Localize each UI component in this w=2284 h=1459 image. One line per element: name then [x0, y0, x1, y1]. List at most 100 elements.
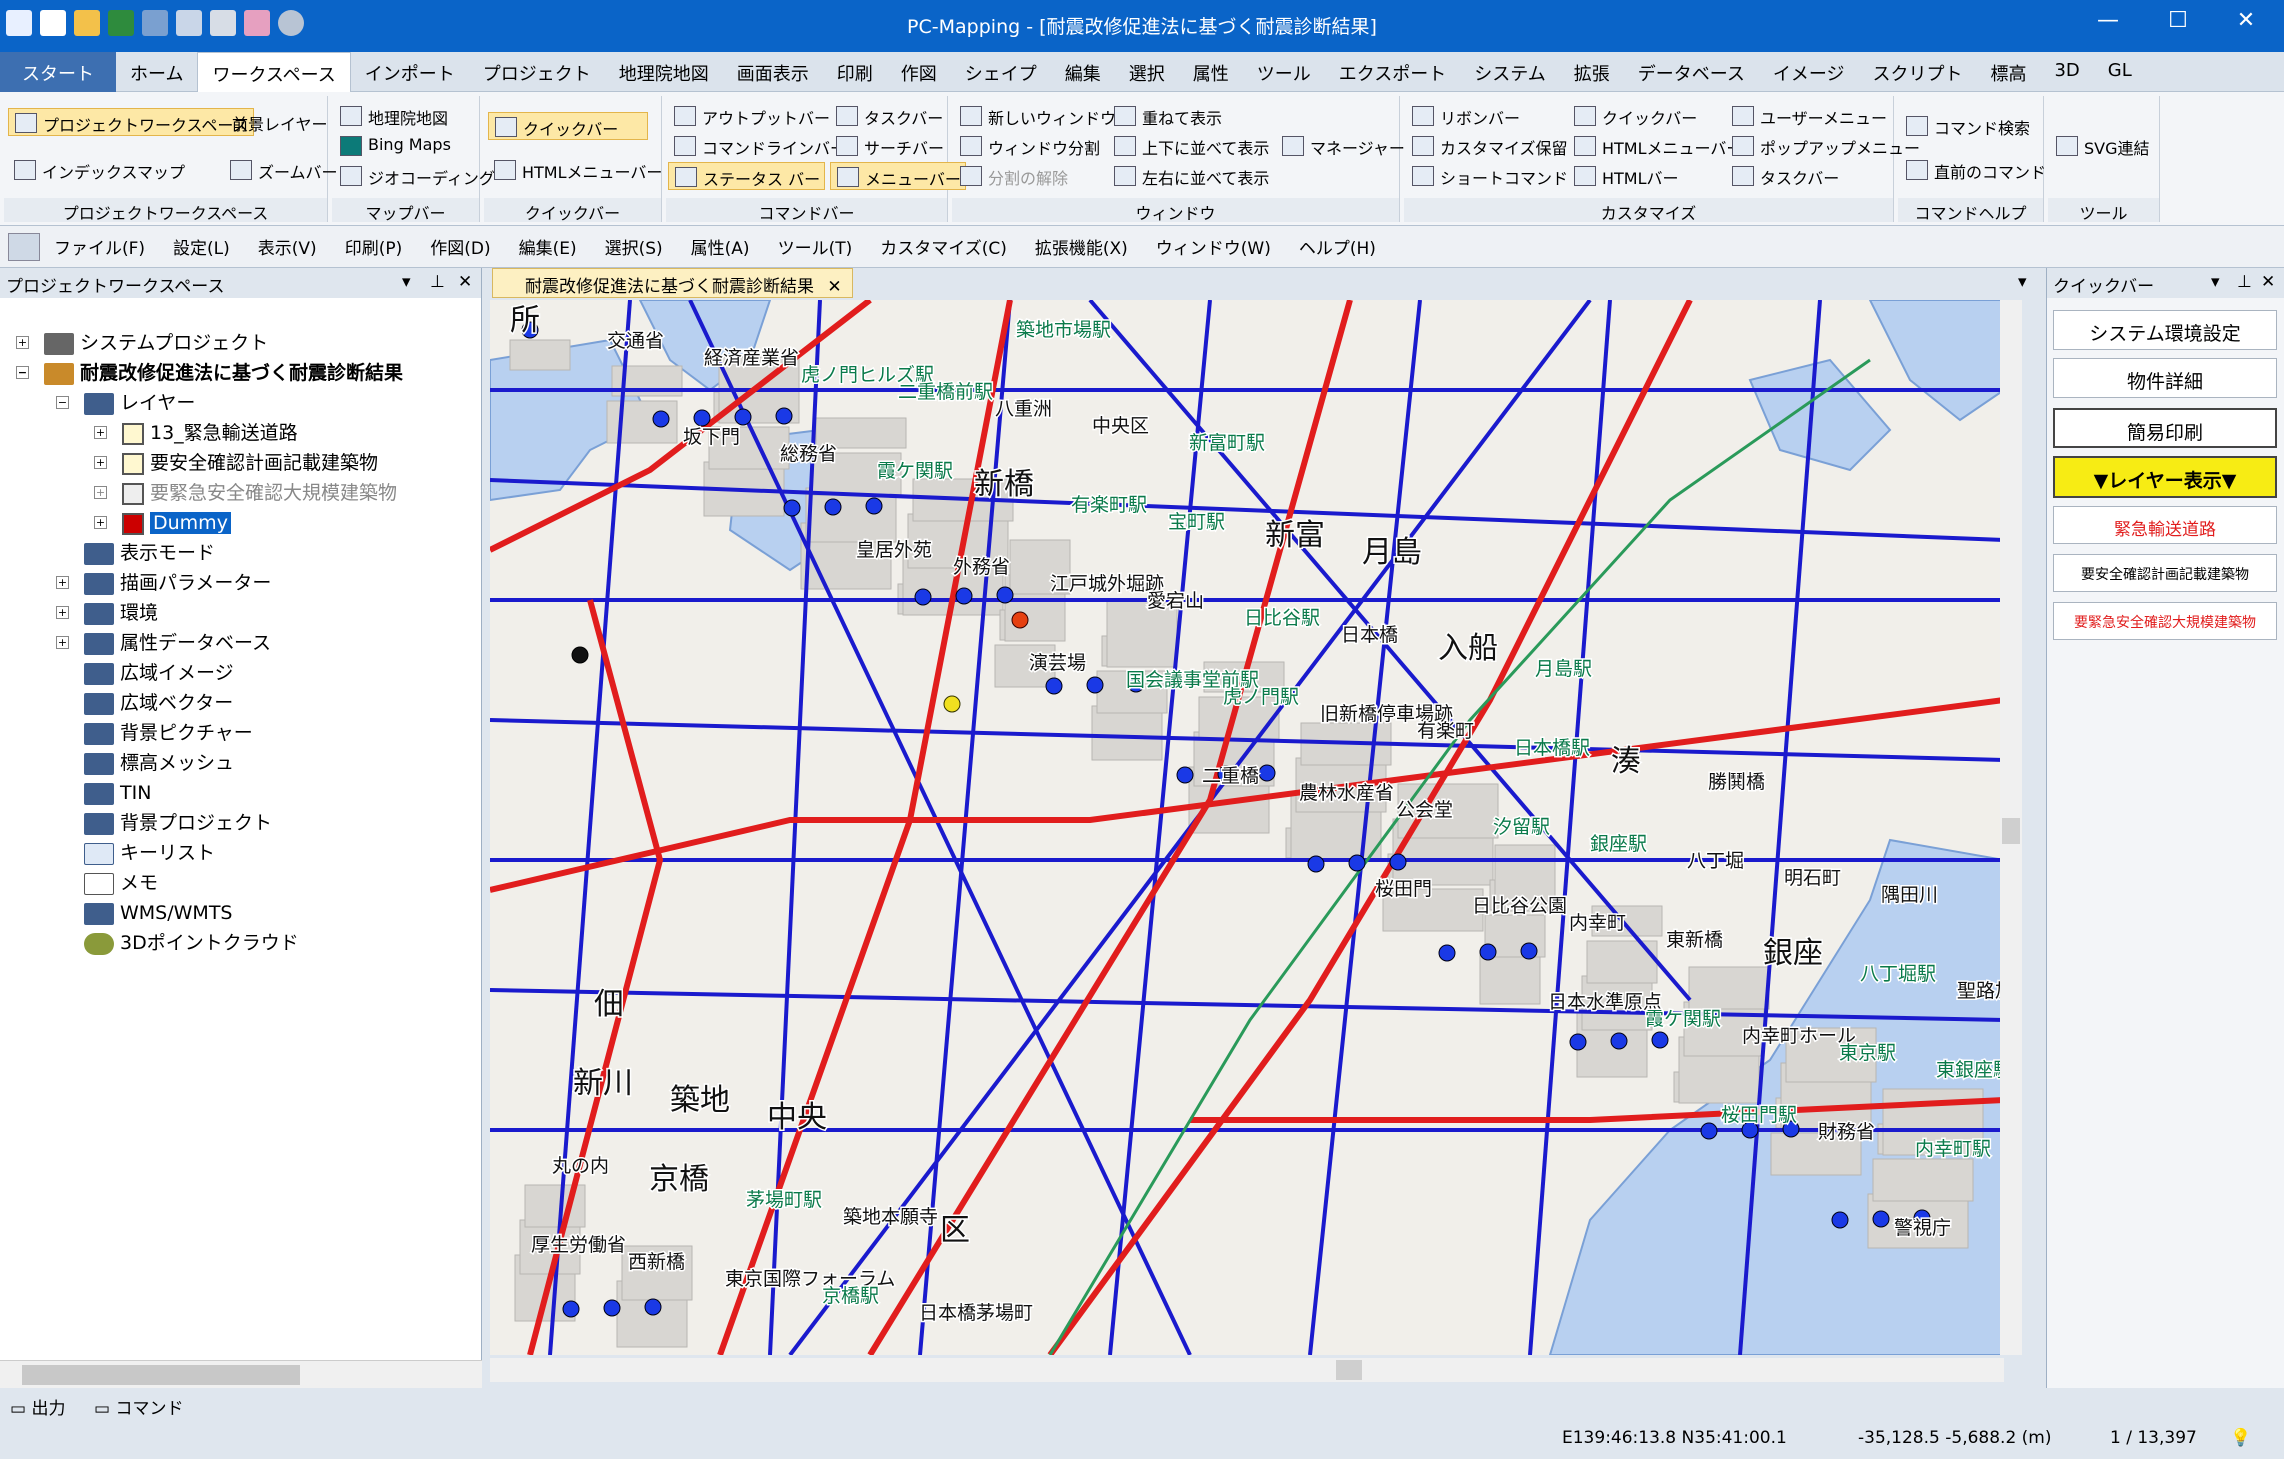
- large-building-button[interactable]: 要緊急安全確認大規模建築物: [2053, 602, 2277, 640]
- ribbon-tab[interactable]: イメージ: [1759, 52, 1859, 92]
- tree-item-keylist[interactable]: キーリスト: [84, 838, 215, 868]
- expand-icon[interactable]: +: [56, 606, 69, 619]
- geocoding-button[interactable]: ジオコーディング: [334, 162, 499, 190]
- tree-item-wms[interactable]: WMS/WMTS: [84, 898, 233, 928]
- menu-item[interactable]: ヘルプ(H): [1285, 234, 1390, 259]
- map-horizontal-scrollbar[interactable]: [490, 1358, 2004, 1382]
- scroll-thumb[interactable]: [22, 1365, 300, 1385]
- zoom-bar-button[interactable]: ズームバー: [224, 156, 342, 184]
- pane-dropdown-icon[interactable]: ▾: [402, 272, 411, 292]
- ribbon-tab[interactable]: インポート: [351, 52, 469, 92]
- tree-item-layer-safety-building[interactable]: + 要安全確認計画記載建築物: [94, 448, 378, 478]
- menu-item[interactable]: カスタマイズ(C): [866, 234, 1021, 259]
- custom-taskbar-button[interactable]: タスクバー: [1726, 162, 1843, 190]
- expand-icon[interactable]: +: [94, 486, 107, 499]
- tree-item-wide-vector[interactable]: 広域ベクター: [84, 688, 233, 718]
- menu-item[interactable]: 設定(L): [159, 234, 244, 259]
- pane-close-icon[interactable]: ✕: [2261, 272, 2275, 292]
- quickbar-toggle-button[interactable]: クイックバー: [488, 112, 648, 140]
- scroll-thumb[interactable]: [2002, 818, 2020, 844]
- ribbon-tab[interactable]: 編集: [1051, 52, 1115, 92]
- menu-item[interactable]: 属性(A): [677, 234, 764, 259]
- expand-icon[interactable]: +: [94, 426, 107, 439]
- document-tab[interactable]: 耐震改修促進法に基づく耐震診断結果 ✕: [492, 268, 853, 298]
- minimize-button[interactable]: —: [2088, 8, 2128, 33]
- ribbon-tab[interactable]: ホーム: [116, 52, 197, 92]
- ribbon-tab[interactable]: 拡張: [1560, 52, 1624, 92]
- safety-building-button[interactable]: 要安全確認計画記載建築物: [2053, 554, 2277, 592]
- menu-item[interactable]: 印刷(P): [331, 234, 417, 259]
- collapse-icon[interactable]: −: [16, 366, 29, 379]
- pane-pin-icon[interactable]: ⊥: [2237, 272, 2252, 292]
- layer-uncheck-icon[interactable]: [122, 482, 144, 505]
- html-menubar-toggle-button[interactable]: HTMLメニューバー: [488, 156, 666, 184]
- split-window-button[interactable]: ウィンドウ分割: [954, 132, 1104, 160]
- tree-item-elevation-mesh[interactable]: 標高メッシュ: [84, 748, 234, 778]
- pane-dropdown-icon[interactable]: ▾: [2211, 272, 2220, 292]
- ribbon-tab[interactable]: 印刷: [823, 52, 887, 92]
- expand-icon[interactable]: +: [16, 336, 29, 349]
- simple-print-button[interactable]: 簡易印刷: [2053, 408, 2277, 448]
- menu-item[interactable]: ファイル(F): [40, 234, 159, 259]
- html-bar-button[interactable]: HTMLバー: [1568, 162, 1683, 190]
- emergency-road-button[interactable]: 緊急輸送道路: [2053, 506, 2277, 544]
- tree-item-wide-image[interactable]: 広域イメージ: [84, 658, 234, 688]
- layer-check-icon[interactable]: [122, 452, 144, 475]
- tree-horizontal-scrollbar[interactable]: [0, 1360, 482, 1388]
- tree-item-attr-db[interactable]: + 属性データベース: [56, 628, 271, 658]
- ribbon-tab[interactable]: システム: [1460, 52, 1559, 92]
- svg-link-button[interactable]: SVG連結: [2050, 132, 2154, 160]
- new-window-button[interactable]: 新しいウィンドウ: [954, 102, 1120, 130]
- custom-quickbar-button[interactable]: クイックバー: [1568, 102, 1701, 130]
- tree-item-bg-project[interactable]: 背景プロジェクト: [84, 808, 272, 838]
- menu-item[interactable]: ツール(T): [764, 234, 867, 259]
- ribbon-bar-button[interactable]: リボンバー: [1406, 102, 1524, 130]
- system-settings-button[interactable]: システム環境設定: [2053, 310, 2277, 350]
- property-detail-button[interactable]: 物件詳細: [2053, 358, 2277, 398]
- scroll-thumb[interactable]: [1336, 1360, 1362, 1380]
- layer-display-button[interactable]: ▼レイヤー表示▼: [2053, 456, 2277, 498]
- ribbon-tab[interactable]: スクリプト: [1858, 52, 1976, 92]
- cascade-button[interactable]: 重ねて表示: [1108, 102, 1226, 130]
- close-window-button[interactable]: ✕: [2226, 8, 2266, 33]
- status-bar-button[interactable]: ステータス バー: [668, 162, 826, 190]
- ribbon-tab[interactable]: エクスポート: [1325, 52, 1460, 92]
- ribbon-tab[interactable]: 標高: [1976, 52, 2040, 92]
- command-search-button[interactable]: コマンド検索: [1900, 112, 2034, 140]
- popup-menu-button[interactable]: ポップアップメニュー: [1726, 132, 1924, 160]
- foreground-layer-button[interactable]: 前景レイヤー: [192, 108, 332, 136]
- command-tab[interactable]: ▭ コマンド: [88, 1392, 189, 1422]
- unsplit-button[interactable]: 分割の解除: [954, 162, 1072, 190]
- expand-icon[interactable]: +: [56, 636, 69, 649]
- tree-item-display-mode[interactable]: 表示モード: [84, 538, 215, 568]
- collapse-icon[interactable]: −: [56, 396, 69, 409]
- tree-item-draw-params[interactable]: + 描画パラメーター: [56, 568, 271, 598]
- tile-horizontal-button[interactable]: 上下に並べて表示: [1108, 132, 1273, 160]
- tree-item-tin[interactable]: TIN: [84, 778, 151, 808]
- menu-item[interactable]: 編集(E): [505, 234, 591, 259]
- tree-item-system-project[interactable]: + システムプロジェクト: [16, 328, 268, 358]
- menu-item[interactable]: ウィンドウ(W): [1142, 234, 1285, 259]
- ribbon-tab[interactable]: 画面表示: [723, 52, 823, 92]
- map-vertical-scrollbar[interactable]: [2000, 300, 2022, 1355]
- ribbon-tab[interactable]: ツール: [1243, 52, 1325, 92]
- tile-vertical-button[interactable]: 左右に並べて表示: [1108, 162, 1273, 190]
- previous-command-button[interactable]: 直前のコマンド: [1900, 156, 2050, 184]
- map-canvas[interactable]: 所坂下門 皇居外苑 演芸場 二重橋 桜田門 日本水準原点 桜田門駅 警視庁 交通省 総務省 外務省国…: [490, 300, 2004, 1355]
- pane-pin-icon[interactable]: ⊥: [430, 272, 445, 292]
- customize-hold-button[interactable]: カスタマイズ保留: [1406, 132, 1572, 160]
- tree-item-layer-emergency-road[interactable]: +13_緊急輸送道路: [94, 418, 298, 448]
- user-menu-button[interactable]: ユーザーメニュー: [1726, 102, 1891, 130]
- tree-item-project[interactable]: − 耐震改修促進法に基づく耐震診断結果: [16, 358, 403, 388]
- expand-icon[interactable]: +: [94, 516, 107, 529]
- menu-item[interactable]: 表示(V): [244, 234, 331, 259]
- layer-dummy-icon[interactable]: [122, 512, 144, 535]
- ribbon-tab[interactable]: 属性: [1179, 52, 1243, 92]
- ribbon-tab[interactable]: プロジェクト: [469, 52, 605, 92]
- ribbon-tab[interactable]: データベース: [1624, 52, 1759, 92]
- short-command-button[interactable]: ショートコマンド: [1406, 162, 1572, 190]
- ribbon-tab[interactable]: シェイプ: [951, 52, 1051, 92]
- tree-item-environment[interactable]: + 環境: [56, 598, 158, 628]
- expand-icon[interactable]: +: [94, 456, 107, 469]
- ribbon-tab[interactable]: スタート: [0, 52, 116, 92]
